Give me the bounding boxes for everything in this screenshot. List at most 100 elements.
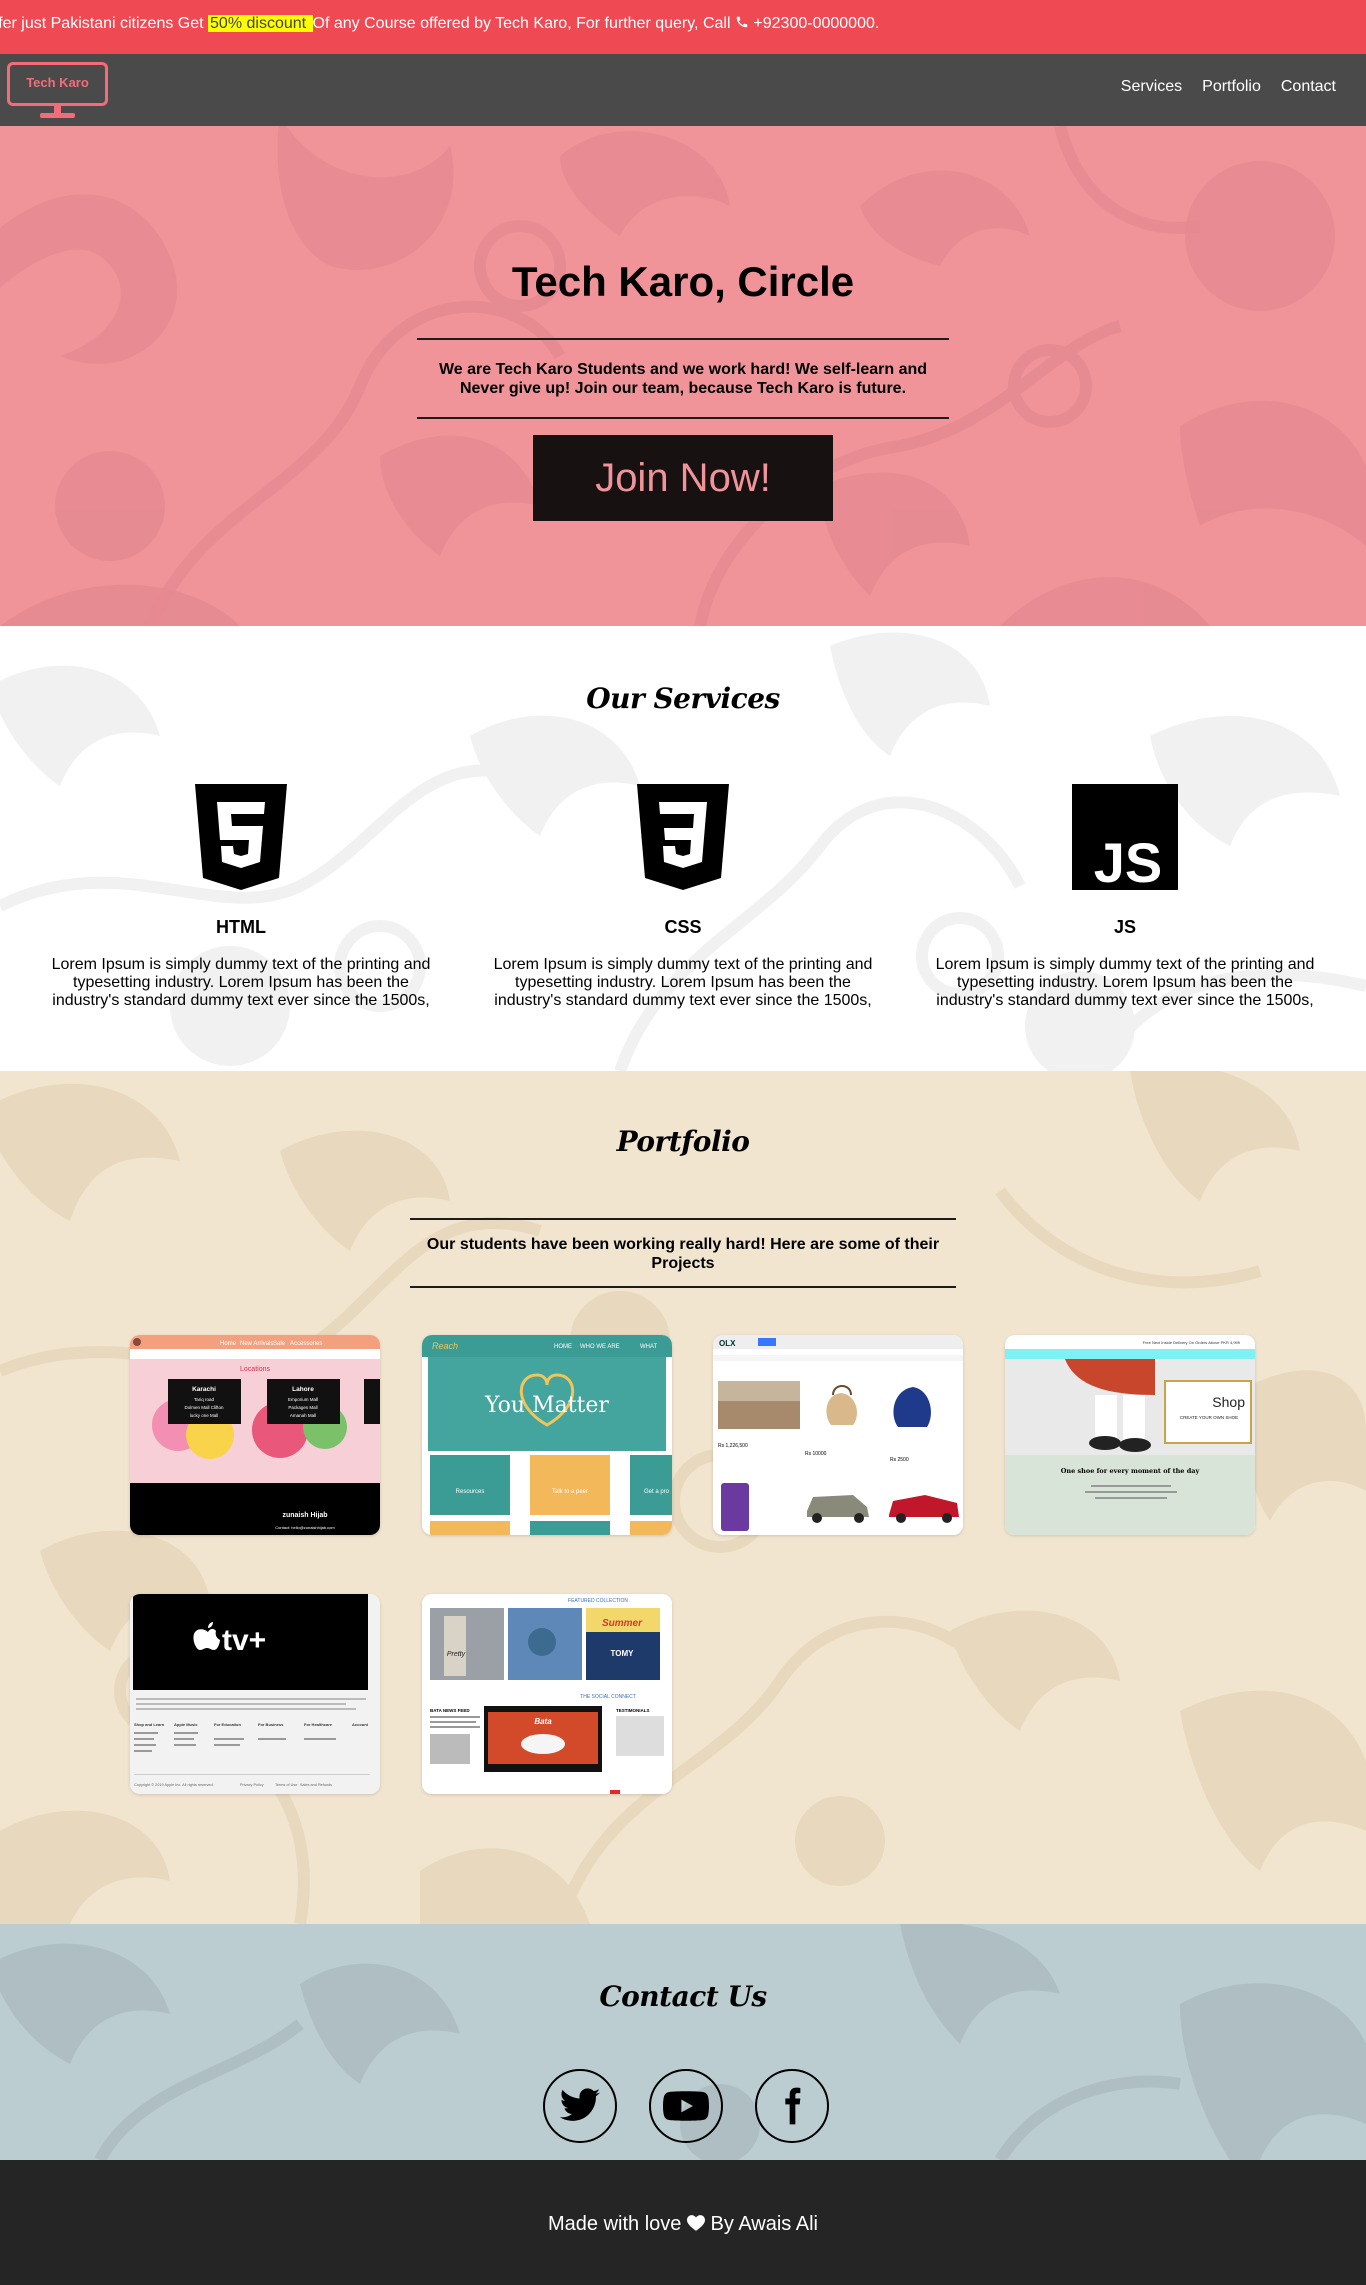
svg-text:Shop and Learn: Shop and Learn [134, 1722, 165, 1727]
project-6-screenshot: FEATURED COLLECTION Pretty Summer TOMY T… [422, 1594, 672, 1794]
svg-text:Free Next Inside Delivery On O: Free Next Inside Delivery On Orders Abov… [1143, 1340, 1241, 1345]
footer: Made with love By Awais Ali [0, 2160, 1366, 2285]
contact-title: Contact Us [599, 1980, 767, 2013]
join-now-button[interactable]: Join Now! [533, 435, 833, 521]
footer-author: By Awais Ali [704, 2213, 818, 2235]
svg-text:FEATURED COLLECTION: FEATURED COLLECTION [568, 1598, 628, 1604]
svg-text:Resources: Resources [456, 1489, 485, 1495]
svg-text:Reach: Reach [432, 1341, 458, 1351]
svg-text:THE SOCIAL CONNECT: THE SOCIAL CONNECT [580, 1694, 636, 1700]
twitter-icon [559, 2088, 601, 2121]
navbar: Tech Karo Services Portfolio Contact [0, 54, 1366, 126]
service-name: HTML [216, 917, 266, 937]
project-2-screenshot: Reach HOME WHO WE ARE WHAT You Matter Re… [422, 1335, 672, 1535]
svg-text:HOME: HOME [554, 1344, 572, 1350]
discount-highlight: 50% discount [208, 15, 313, 32]
contact-section: Contact Us [0, 1924, 1366, 2160]
svg-text:Contact: hello@zunaishhijab.co: Contact: hello@zunaishhijab.com [275, 1525, 335, 1530]
project-1-city-karachi: Karachi [192, 1386, 216, 1393]
service-description: Lorem Ipsum is simply dummy text of the … [493, 956, 873, 1009]
portfolio-section: Portfolio Our students have been working… [0, 1071, 1366, 1924]
facebook-button[interactable] [755, 2069, 829, 2143]
project-5-screenshot: tv+ Shop and Learn Apple Music For Educa… [130, 1594, 380, 1794]
nav-link-contact[interactable]: Contact [1281, 78, 1336, 96]
service-description: Lorem Ipsum is simply dummy text of the … [935, 956, 1315, 1009]
svg-text:Sales and Refunds: Sales and Refunds [300, 1783, 332, 1787]
project-1-footer: zunaish Hijab [282, 1512, 327, 1519]
project-1-screenshot: Home New Arrivals Sale Accessories Locat… [130, 1335, 380, 1535]
svg-text:TESTIMONIALS: TESTIMONIALS [616, 1708, 650, 1713]
nav-link-portfolio[interactable]: Portfolio [1202, 78, 1261, 96]
portfolio-subtitle: Our students have been working really ha… [426, 1236, 940, 1272]
hero-title: Tech Karo, Circle [511, 258, 855, 305]
svg-text:One shoe for every moment of t: One shoe for every moment of the day [1061, 1467, 1200, 1475]
youtube-button[interactable] [649, 2069, 723, 2143]
project-card-apple-tv[interactable]: tv+ Shop and Learn Apple Music For Educa… [130, 1594, 380, 1794]
hero-subtitle: We are Tech Karo Students and we work ha… [438, 361, 928, 397]
svg-text:Amanah Mall: Amanah Mall [290, 1413, 316, 1418]
project-3-screenshot: OLX Rs 1,226,500 Rs 10000 Rs 2500 [713, 1335, 963, 1535]
service-card-css: CSS Lorem Ipsum is simply dummy text of … [473, 784, 893, 1010]
svg-text:Talk to a peer: Talk to a peer [552, 1489, 588, 1495]
svg-text:WHAT: WHAT [640, 1344, 658, 1350]
phone-icon [736, 16, 748, 28]
svg-text:Pretty: Pretty [447, 1651, 466, 1658]
heart-icon [686, 2215, 705, 2231]
svg-text:Tariq road: Tariq road [194, 1397, 215, 1402]
portfolio-divider-bottom [410, 1286, 956, 1288]
project-card-shoe-store[interactable]: Free Next Inside Delivery On Orders Abov… [1005, 1335, 1255, 1535]
svg-text:Emporium Mall: Emporium Mall [288, 1397, 318, 1402]
svg-text:Rs 1,226,500: Rs 1,226,500 [718, 1443, 748, 1449]
svg-text:Shop: Shop [1212, 1394, 1245, 1410]
svg-text:Apple Music: Apple Music [174, 1722, 198, 1727]
services-title: Our Services [586, 682, 780, 715]
project-1-heading: Locations [240, 1366, 270, 1373]
monitor-base [40, 113, 75, 118]
service-card-html: HTML Lorem Ipsum is simply dummy text of… [31, 784, 451, 1010]
tech-karo-logo[interactable]: Tech Karo [7, 62, 108, 122]
svg-text:For Education: For Education [214, 1722, 241, 1727]
svg-text:Rs 10000: Rs 10000 [805, 1451, 827, 1457]
svg-text:For Healthcare: For Healthcare [304, 1722, 333, 1727]
service-card-js: JS JS Lorem Ipsum is simply dummy text o… [915, 784, 1335, 1010]
svg-text:WHO WE ARE: WHO WE ARE [580, 1344, 620, 1350]
services-section: Our Services HTML Lorem Ipsum is simply … [0, 626, 1366, 1071]
svg-text:TOMY: TOMY [611, 1649, 635, 1658]
project-1-nav-new: New Arrivals [240, 1341, 273, 1347]
project-card-olx[interactable]: OLX Rs 1,226,500 Rs 10000 Rs 2500 [713, 1335, 963, 1535]
svg-text:OLX: OLX [719, 1339, 736, 1348]
project-4-screenshot: Free Next Inside Delivery On Orders Abov… [1005, 1335, 1255, 1535]
nav-link-services[interactable]: Services [1121, 78, 1182, 96]
svg-text:CREATE YOUR OWN SHOE: CREATE YOUR OWN SHOE [1180, 1415, 1238, 1420]
svg-text:BATA NEWS FEED: BATA NEWS FEED [430, 1708, 470, 1713]
css3-icon [637, 784, 729, 890]
hero-divider-bottom [417, 417, 949, 419]
footer-credit: Made with love By Awais Ali [0, 2213, 1366, 2236]
project-2-hero: You Matter [484, 1393, 609, 1418]
marquee-text-after: Of any Course offered by Tech Karo, For … [312, 15, 735, 32]
hero-divider-top [417, 338, 949, 340]
svg-text:Get a pro: Get a pro [644, 1489, 670, 1495]
svg-text:Summer: Summer [602, 1618, 643, 1629]
portfolio-divider-top [410, 1218, 956, 1220]
svg-text:Privacy Policy: Privacy Policy [240, 1783, 264, 1787]
announcement-marquee: ffer just Pakistani citizens Get 50% dis… [0, 0, 1366, 54]
project-card-you-matter[interactable]: Reach HOME WHO WE ARE WHAT You Matter Re… [422, 1335, 672, 1535]
svg-text:JS: JS [1094, 831, 1163, 890]
js-icon: JS [1072, 784, 1178, 894]
marquee-phone: +92300-0000000. [753, 15, 880, 32]
svg-text:Terms of Use: Terms of Use [275, 1783, 297, 1787]
facebook-icon [785, 2087, 801, 2125]
project-1-nav-accessories: Accessories [290, 1341, 322, 1347]
svg-text:Copyright © 2019 Apple Inc. Al: Copyright © 2019 Apple Inc. All rights r… [134, 1783, 214, 1787]
project-1-city-lahore: Lahore [292, 1386, 314, 1393]
service-name: CSS [664, 917, 702, 937]
service-description: Lorem Ipsum is simply dummy text of the … [51, 956, 431, 1009]
twitter-button[interactable] [543, 2069, 617, 2143]
svg-text:Rs 2500: Rs 2500 [890, 1457, 909, 1463]
svg-text:lucky one Mall: lucky one Mall [190, 1413, 219, 1418]
project-card-fashion[interactable]: Home New Arrivals Sale Accessories Locat… [130, 1335, 380, 1535]
project-1-nav-home: Home [220, 1341, 237, 1347]
svg-text:Bata: Bata [534, 1717, 552, 1726]
project-card-bata[interactable]: FEATURED COLLECTION Pretty Summer TOMY T… [422, 1594, 672, 1794]
